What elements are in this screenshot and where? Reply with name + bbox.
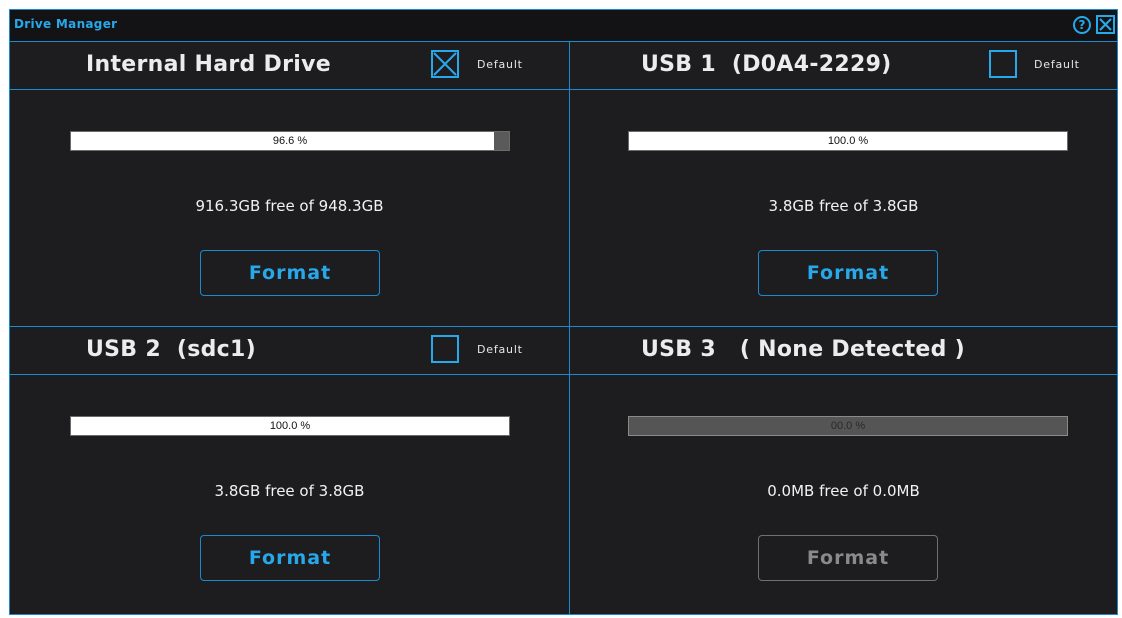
title-bar: Drive Manager ?: [10, 10, 1117, 42]
usage-bar: 100.0 %: [70, 416, 510, 436]
drive-panel-header: USB 1 (D0A4-2229) Default: [570, 42, 1117, 90]
usage-percent-text: 96.6 %: [272, 135, 308, 147]
usage-bar: 100.0 %: [628, 131, 1068, 151]
default-checkbox[interactable]: [431, 50, 459, 78]
drive-name: Internal Hard Drive: [86, 52, 331, 77]
drive-panel-header: USB 2 (sdc1) Default: [10, 327, 569, 375]
format-button[interactable]: Format: [758, 250, 938, 296]
window-title: Drive Manager: [14, 17, 118, 31]
drive-panel-usb2: USB 2 (sdc1) Default 100.0 % 3.8GB free …: [10, 326, 569, 614]
default-checkbox[interactable]: [431, 335, 459, 363]
format-button[interactable]: Format: [200, 250, 380, 296]
default-label: Default: [1034, 58, 1080, 71]
usage-percent-text: 100.0 %: [827, 135, 869, 147]
free-space-text: 3.8GB free of 3.8GB: [768, 197, 919, 215]
drive-panel-usb3: USB 3 ( None Detected ) 00.0 % 0.0MB fre…: [569, 326, 1117, 614]
free-space-text: 916.3GB free of 948.3GB: [195, 197, 384, 215]
drive-panel-header: Internal Hard Drive Default: [10, 42, 569, 90]
usage-bar: 96.6 %: [70, 131, 510, 151]
default-checkbox[interactable]: [989, 50, 1017, 78]
drive-panel-header: USB 3 ( None Detected ): [570, 327, 1117, 375]
format-button[interactable]: Format: [758, 535, 938, 581]
usage-bar: 00.0 %: [628, 416, 1068, 436]
drive-manager-window: Drive Manager ? Internal Hard Drive Defa…: [9, 9, 1118, 615]
checkmark-x-icon: [433, 52, 457, 76]
drive-panel-internal: Internal Hard Drive Default 96.6 % 916.3…: [10, 42, 569, 326]
free-space-text: 0.0MB free of 0.0MB: [767, 482, 920, 500]
drive-name: USB 1 (D0A4-2229): [641, 52, 892, 77]
format-button[interactable]: Format: [200, 535, 380, 581]
help-icon[interactable]: ?: [1073, 16, 1091, 34]
drive-name: USB 2 (sdc1): [86, 337, 256, 362]
free-space-text: 3.8GB free of 3.8GB: [214, 482, 365, 500]
usage-percent-text: 00.0 %: [830, 420, 866, 432]
close-icon[interactable]: [1096, 15, 1115, 34]
drive-panel-usb1: USB 1 (D0A4-2229) Default 100.0 % 3.8GB …: [569, 42, 1117, 326]
default-label: Default: [477, 343, 523, 356]
default-label: Default: [477, 58, 523, 71]
usage-percent-text: 100.0 %: [269, 420, 311, 432]
drive-name: USB 3 ( None Detected ): [641, 337, 965, 362]
